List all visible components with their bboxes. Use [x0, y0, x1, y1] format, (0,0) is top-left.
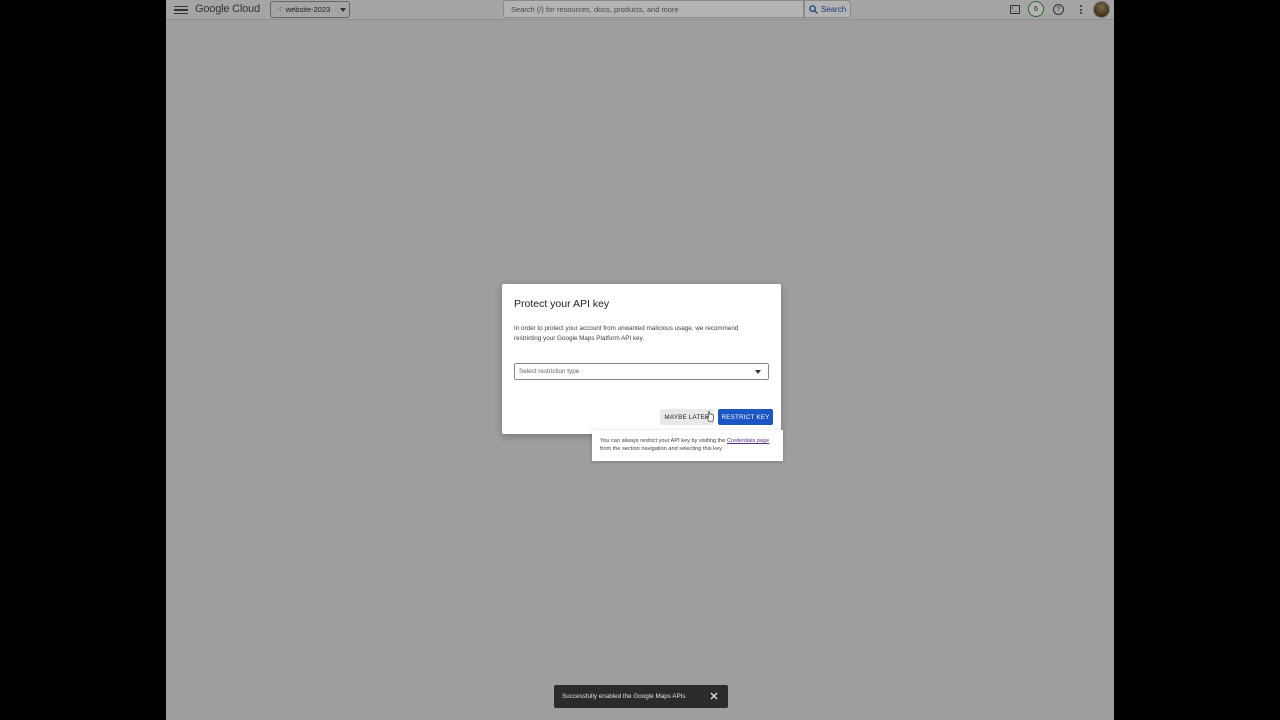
- search-button-label: Search: [820, 4, 847, 14]
- protect-api-key-dialog: Protect your API key In order to protect…: [502, 284, 781, 434]
- pointer-cursor-icon: [706, 411, 714, 422]
- avatar[interactable]: [1093, 1, 1110, 18]
- chevron-down-icon: [340, 7, 347, 12]
- search-input[interactable]: Search (/) for resources, docs, products…: [503, 0, 804, 18]
- dialog-body: In order to protect your account from un…: [514, 325, 739, 342]
- search-icon: [809, 4, 818, 14]
- notification-badge[interactable]: 6: [1028, 1, 1044, 17]
- console-app: Google Cloud ⁖ website-2023 Search (/) f…: [166, 0, 1114, 720]
- google-cloud-logo[interactable]: Google Cloud: [195, 3, 260, 15]
- restrict-key-tooltip: You can always restrict your API key by …: [592, 430, 783, 461]
- dialog-title: Protect your API key: [514, 298, 610, 310]
- restriction-type-select[interactable]: Select restriction type: [514, 363, 769, 380]
- terminal-icon[interactable]: ›_: [1008, 3, 1021, 16]
- restrict-key-button[interactable]: RESTRICT KEY: [718, 409, 773, 425]
- help-icon[interactable]: ?: [1052, 3, 1065, 16]
- snackbar: Successfully enabled the Google Maps API…: [554, 685, 728, 708]
- dropdown-arrow-icon: [755, 370, 761, 374]
- credentials-page-link[interactable]: Credentials page: [727, 438, 769, 444]
- tooltip-text-before: You can always restrict your API key by …: [600, 438, 727, 444]
- project-name: website-2023: [285, 5, 331, 14]
- more-vert-icon[interactable]: [1074, 3, 1087, 16]
- project-picker[interactable]: ⁖ website-2023: [270, 1, 350, 18]
- search-button[interactable]: Search: [804, 0, 851, 18]
- project-icon: ⁖: [277, 5, 282, 14]
- close-icon[interactable]: [709, 691, 719, 701]
- top-bar: Google Cloud ⁖ website-2023 Search (/) f…: [166, 0, 1114, 20]
- menu-icon[interactable]: [174, 3, 188, 17]
- snackbar-message: Successfully enabled the Google Maps API…: [562, 693, 686, 700]
- select-placeholder: Select restriction type: [519, 368, 580, 375]
- tooltip-text-after: from the section navigation and selectin…: [600, 446, 722, 452]
